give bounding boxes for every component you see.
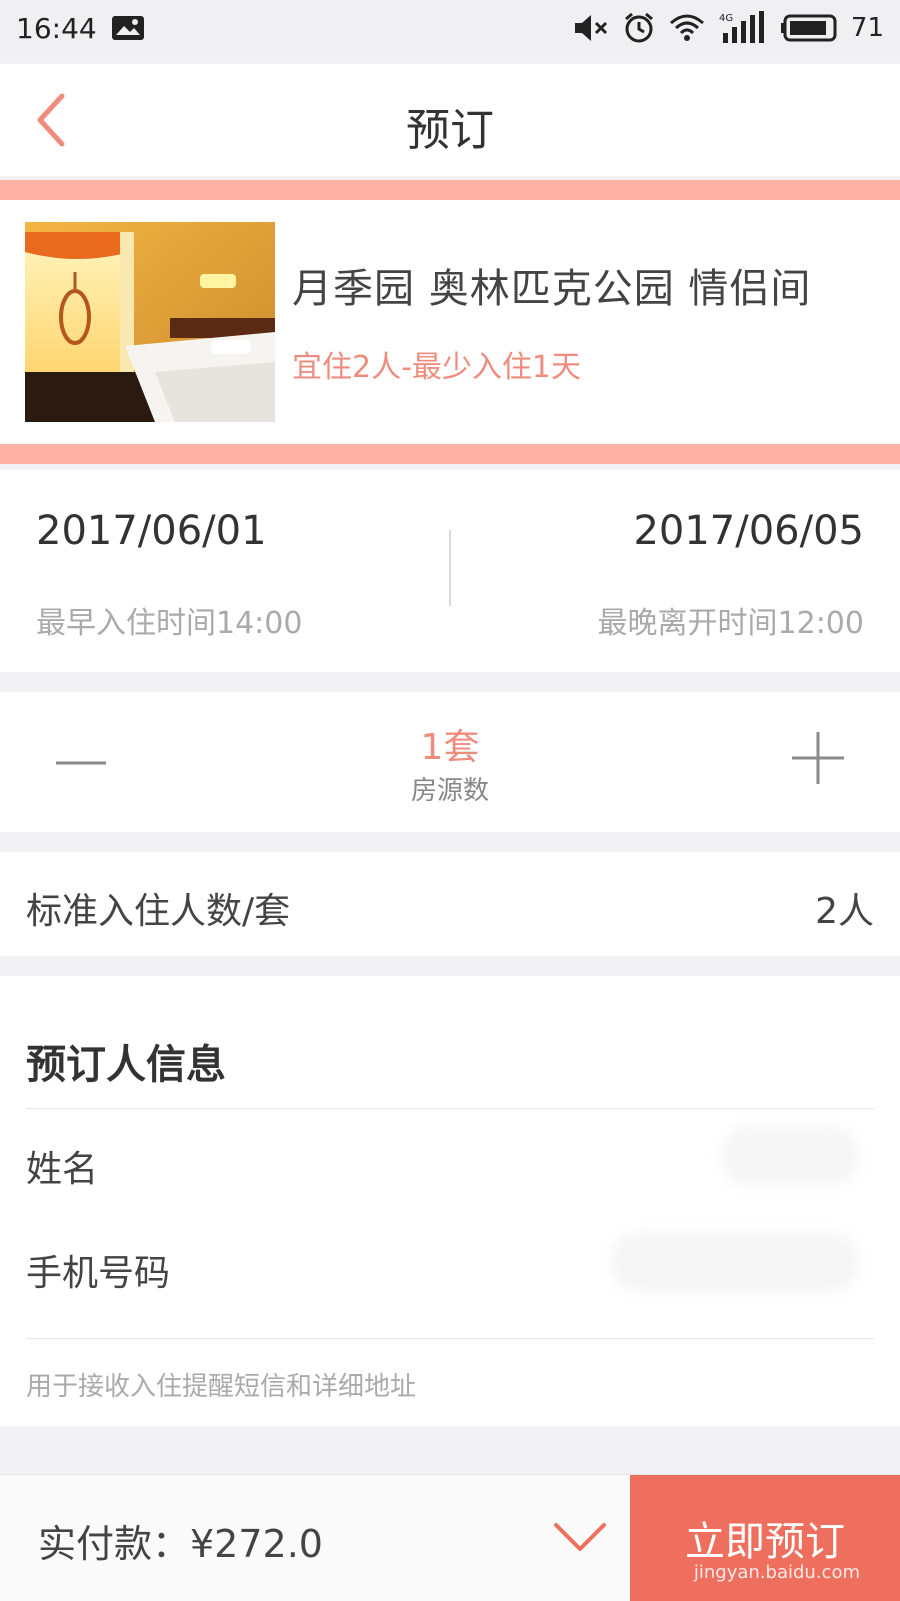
divider [26, 1338, 874, 1339]
occupancy-row: 标准入住人数/套 2人 [0, 852, 900, 956]
bottom-bar: 实付款：¥272.0 立即预订 jingyan.baidu.com [0, 1474, 900, 1601]
status-time: 16:44 [16, 11, 97, 45]
occupancy-label: 标准入住人数/套 [26, 891, 291, 932]
checkin-hint: 最早入住时间14:00 [36, 606, 303, 641]
image-notification-icon [111, 15, 145, 41]
room-count-stepper: 1套 房源数 [0, 692, 900, 832]
signal-icon: 4G [719, 11, 767, 45]
mute-icon [573, 13, 609, 43]
room-subtitle: 宜住2人-最少入住1天 [292, 350, 581, 385]
checkout-hint: 最晚离开时间12:00 [597, 606, 864, 641]
booker-title: 预订人信息 [26, 1042, 226, 1088]
nav-bar: 预订 [0, 64, 900, 176]
payment-total: 实付款：¥272.0 [38, 1522, 323, 1566]
price-detail-toggle[interactable] [552, 1517, 608, 1557]
accent-band [0, 444, 900, 464]
chevron-down-icon [552, 1523, 608, 1561]
checkin-date[interactable]: 2017/06/01 [36, 508, 267, 554]
phone-field[interactable] [510, 1234, 874, 1296]
increase-button[interactable] [788, 728, 848, 788]
page-title: 预订 [406, 105, 494, 156]
battery-icon [780, 14, 837, 42]
alarm-icon [623, 12, 655, 44]
checkout-date[interactable]: 2017/06/05 [633, 508, 864, 554]
plus-icon [788, 732, 848, 792]
watermark: jingyan.baidu.com [693, 1562, 860, 1583]
room-count-value: 1套 [420, 727, 480, 768]
date-divider [449, 530, 451, 606]
room-photo [25, 222, 275, 422]
name-field[interactable] [510, 1130, 874, 1192]
occupancy-value: 2人 [815, 891, 874, 932]
svg-text:4G: 4G [719, 13, 733, 24]
phone-label: 手机号码 [26, 1253, 171, 1294]
accent-band [0, 180, 900, 200]
status-bar: 16:44 4G 71 [0, 0, 900, 56]
room-name: 月季园 奥林匹克公园 情侣间 [292, 266, 812, 312]
wifi-icon [669, 13, 705, 43]
date-range-section: 2017/06/01 2017/06/05 最早入住时间14:00 最晚离开时间… [0, 470, 900, 672]
battery-level: 71 [850, 13, 884, 43]
name-label: 姓名 [26, 1149, 99, 1190]
booker-note: 用于接收入住提醒短信和详细地址 [26, 1372, 417, 1402]
room-card[interactable]: 月季园 奥林匹克公园 情侣间 宜住2人-最少入住1天 [0, 200, 900, 444]
divider [26, 1108, 874, 1109]
room-count-label: 房源数 [410, 776, 489, 806]
booker-info-section: 预订人信息 姓名 手机号码 用于接收入住提醒短信和详细地址 [0, 976, 900, 1426]
